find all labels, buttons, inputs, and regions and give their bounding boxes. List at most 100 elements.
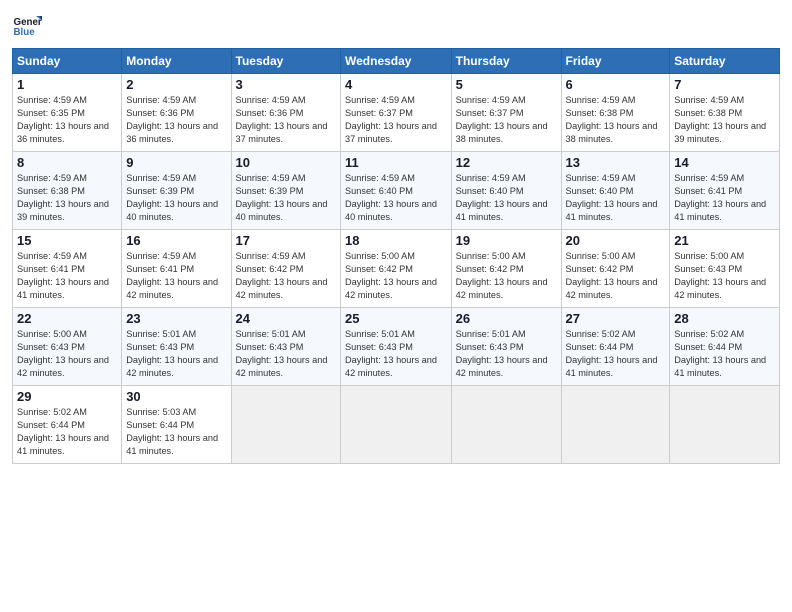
day-info: Sunrise: 5:02 AM Sunset: 6:44 PM Dayligh… xyxy=(17,406,117,458)
day-number: 18 xyxy=(345,233,447,248)
day-number: 22 xyxy=(17,311,117,326)
day-info: Sunrise: 4:59 AM Sunset: 6:40 PM Dayligh… xyxy=(566,172,666,224)
day-info: Sunrise: 4:59 AM Sunset: 6:38 PM Dayligh… xyxy=(674,94,775,146)
week-row-1: 8 Sunrise: 4:59 AM Sunset: 6:38 PM Dayli… xyxy=(13,152,780,230)
calendar-cell: 7 Sunrise: 4:59 AM Sunset: 6:38 PM Dayli… xyxy=(670,74,780,152)
day-info: Sunrise: 5:00 AM Sunset: 6:43 PM Dayligh… xyxy=(674,250,775,302)
calendar-cell xyxy=(670,386,780,464)
calendar-cell: 14 Sunrise: 4:59 AM Sunset: 6:41 PM Dayl… xyxy=(670,152,780,230)
day-info: Sunrise: 5:00 AM Sunset: 6:42 PM Dayligh… xyxy=(345,250,447,302)
calendar-cell: 20 Sunrise: 5:00 AM Sunset: 6:42 PM Dayl… xyxy=(561,230,670,308)
day-number: 12 xyxy=(456,155,557,170)
header: General Blue xyxy=(12,10,780,40)
day-info: Sunrise: 5:00 AM Sunset: 6:42 PM Dayligh… xyxy=(566,250,666,302)
day-number: 3 xyxy=(236,77,336,92)
calendar-cell: 12 Sunrise: 4:59 AM Sunset: 6:40 PM Dayl… xyxy=(451,152,561,230)
day-number: 26 xyxy=(456,311,557,326)
calendar-cell: 10 Sunrise: 4:59 AM Sunset: 6:39 PM Dayl… xyxy=(231,152,340,230)
day-number: 20 xyxy=(566,233,666,248)
calendar-cell: 23 Sunrise: 5:01 AM Sunset: 6:43 PM Dayl… xyxy=(122,308,231,386)
calendar-cell: 25 Sunrise: 5:01 AM Sunset: 6:43 PM Dayl… xyxy=(341,308,452,386)
day-info: Sunrise: 5:01 AM Sunset: 6:43 PM Dayligh… xyxy=(236,328,336,380)
day-number: 15 xyxy=(17,233,117,248)
header-tuesday: Tuesday xyxy=(231,49,340,74)
week-row-0: 1 Sunrise: 4:59 AM Sunset: 6:35 PM Dayli… xyxy=(13,74,780,152)
day-info: Sunrise: 4:59 AM Sunset: 6:37 PM Dayligh… xyxy=(456,94,557,146)
calendar-cell: 6 Sunrise: 4:59 AM Sunset: 6:38 PM Dayli… xyxy=(561,74,670,152)
day-number: 30 xyxy=(126,389,226,404)
calendar-cell: 5 Sunrise: 4:59 AM Sunset: 6:37 PM Dayli… xyxy=(451,74,561,152)
day-number: 27 xyxy=(566,311,666,326)
calendar-cell: 27 Sunrise: 5:02 AM Sunset: 6:44 PM Dayl… xyxy=(561,308,670,386)
day-number: 14 xyxy=(674,155,775,170)
calendar-cell: 13 Sunrise: 4:59 AM Sunset: 6:40 PM Dayl… xyxy=(561,152,670,230)
week-row-4: 29 Sunrise: 5:02 AM Sunset: 6:44 PM Dayl… xyxy=(13,386,780,464)
day-info: Sunrise: 4:59 AM Sunset: 6:40 PM Dayligh… xyxy=(456,172,557,224)
day-number: 25 xyxy=(345,311,447,326)
day-info: Sunrise: 4:59 AM Sunset: 6:35 PM Dayligh… xyxy=(17,94,117,146)
calendar-cell xyxy=(451,386,561,464)
day-number: 9 xyxy=(126,155,226,170)
day-number: 19 xyxy=(456,233,557,248)
day-number: 5 xyxy=(456,77,557,92)
header-thursday: Thursday xyxy=(451,49,561,74)
calendar-cell: 24 Sunrise: 5:01 AM Sunset: 6:43 PM Dayl… xyxy=(231,308,340,386)
week-row-3: 22 Sunrise: 5:00 AM Sunset: 6:43 PM Dayl… xyxy=(13,308,780,386)
week-row-2: 15 Sunrise: 4:59 AM Sunset: 6:41 PM Dayl… xyxy=(13,230,780,308)
day-number: 29 xyxy=(17,389,117,404)
day-info: Sunrise: 4:59 AM Sunset: 6:39 PM Dayligh… xyxy=(126,172,226,224)
calendar-cell: 30 Sunrise: 5:03 AM Sunset: 6:44 PM Dayl… xyxy=(122,386,231,464)
header-sunday: Sunday xyxy=(13,49,122,74)
calendar-header-row: SundayMondayTuesdayWednesdayThursdayFrid… xyxy=(13,49,780,74)
day-info: Sunrise: 5:01 AM Sunset: 6:43 PM Dayligh… xyxy=(126,328,226,380)
day-info: Sunrise: 5:00 AM Sunset: 6:43 PM Dayligh… xyxy=(17,328,117,380)
day-info: Sunrise: 5:02 AM Sunset: 6:44 PM Dayligh… xyxy=(674,328,775,380)
calendar-cell: 21 Sunrise: 5:00 AM Sunset: 6:43 PM Dayl… xyxy=(670,230,780,308)
calendar-cell: 26 Sunrise: 5:01 AM Sunset: 6:43 PM Dayl… xyxy=(451,308,561,386)
day-info: Sunrise: 4:59 AM Sunset: 6:36 PM Dayligh… xyxy=(126,94,226,146)
day-info: Sunrise: 4:59 AM Sunset: 6:36 PM Dayligh… xyxy=(236,94,336,146)
calendar-cell: 9 Sunrise: 4:59 AM Sunset: 6:39 PM Dayli… xyxy=(122,152,231,230)
header-monday: Monday xyxy=(122,49,231,74)
day-info: Sunrise: 4:59 AM Sunset: 6:41 PM Dayligh… xyxy=(126,250,226,302)
day-info: Sunrise: 4:59 AM Sunset: 6:41 PM Dayligh… xyxy=(674,172,775,224)
header-friday: Friday xyxy=(561,49,670,74)
day-number: 28 xyxy=(674,311,775,326)
day-number: 13 xyxy=(566,155,666,170)
calendar-cell: 28 Sunrise: 5:02 AM Sunset: 6:44 PM Dayl… xyxy=(670,308,780,386)
day-number: 10 xyxy=(236,155,336,170)
day-info: Sunrise: 5:00 AM Sunset: 6:42 PM Dayligh… xyxy=(456,250,557,302)
day-number: 8 xyxy=(17,155,117,170)
day-info: Sunrise: 5:03 AM Sunset: 6:44 PM Dayligh… xyxy=(126,406,226,458)
header-wednesday: Wednesday xyxy=(341,49,452,74)
logo-icon: General Blue xyxy=(12,10,42,40)
header-saturday: Saturday xyxy=(670,49,780,74)
day-number: 1 xyxy=(17,77,117,92)
calendar-cell: 15 Sunrise: 4:59 AM Sunset: 6:41 PM Dayl… xyxy=(13,230,122,308)
calendar-table: SundayMondayTuesdayWednesdayThursdayFrid… xyxy=(12,48,780,464)
day-number: 6 xyxy=(566,77,666,92)
svg-text:Blue: Blue xyxy=(14,27,36,38)
calendar-cell: 8 Sunrise: 4:59 AM Sunset: 6:38 PM Dayli… xyxy=(13,152,122,230)
calendar-cell: 29 Sunrise: 5:02 AM Sunset: 6:44 PM Dayl… xyxy=(13,386,122,464)
calendar-cell: 2 Sunrise: 4:59 AM Sunset: 6:36 PM Dayli… xyxy=(122,74,231,152)
day-info: Sunrise: 5:01 AM Sunset: 6:43 PM Dayligh… xyxy=(456,328,557,380)
day-info: Sunrise: 5:02 AM Sunset: 6:44 PM Dayligh… xyxy=(566,328,666,380)
day-info: Sunrise: 4:59 AM Sunset: 6:42 PM Dayligh… xyxy=(236,250,336,302)
day-info: Sunrise: 4:59 AM Sunset: 6:38 PM Dayligh… xyxy=(17,172,117,224)
calendar-cell: 11 Sunrise: 4:59 AM Sunset: 6:40 PM Dayl… xyxy=(341,152,452,230)
calendar-cell: 19 Sunrise: 5:00 AM Sunset: 6:42 PM Dayl… xyxy=(451,230,561,308)
day-number: 17 xyxy=(236,233,336,248)
day-info: Sunrise: 4:59 AM Sunset: 6:40 PM Dayligh… xyxy=(345,172,447,224)
calendar-cell: 4 Sunrise: 4:59 AM Sunset: 6:37 PM Dayli… xyxy=(341,74,452,152)
day-number: 16 xyxy=(126,233,226,248)
calendar-cell: 17 Sunrise: 4:59 AM Sunset: 6:42 PM Dayl… xyxy=(231,230,340,308)
logo: General Blue xyxy=(12,10,46,40)
day-info: Sunrise: 4:59 AM Sunset: 6:41 PM Dayligh… xyxy=(17,250,117,302)
calendar-cell xyxy=(341,386,452,464)
day-number: 23 xyxy=(126,311,226,326)
calendar-cell: 16 Sunrise: 4:59 AM Sunset: 6:41 PM Dayl… xyxy=(122,230,231,308)
calendar-cell xyxy=(231,386,340,464)
day-info: Sunrise: 4:59 AM Sunset: 6:37 PM Dayligh… xyxy=(345,94,447,146)
day-number: 24 xyxy=(236,311,336,326)
